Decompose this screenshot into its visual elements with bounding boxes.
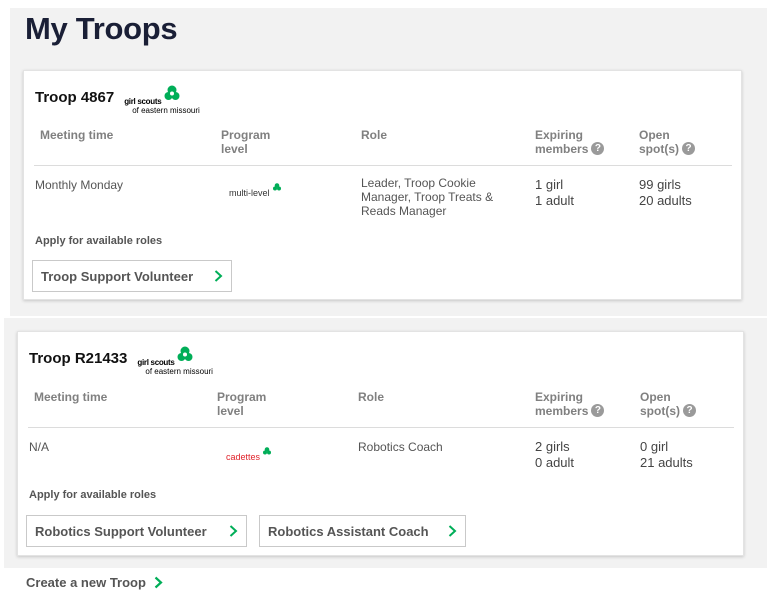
- help-icon[interactable]: ?: [683, 404, 696, 418]
- robotics-support-volunteer-button[interactable]: Robotics Support Volunteer: [26, 515, 247, 547]
- col-program-level: Program level: [217, 390, 267, 418]
- col-role: Role: [361, 128, 388, 142]
- help-icon[interactable]: ?: [591, 142, 605, 156]
- col-program-level: Program level: [221, 128, 271, 156]
- troop-card: Troop R21433 girl scouts of eastern miss…: [17, 331, 744, 556]
- program-level-badge: multi-level: [229, 183, 281, 198]
- chevron-right-icon: [229, 525, 238, 537]
- role-value: Leader, Troop Cookie Manager, Troop Trea…: [361, 176, 494, 218]
- troop-header: Troop 4867 girl scouts of eastern missou…: [35, 85, 220, 119]
- open-spots-value: 0 girl 21 adults: [640, 439, 693, 470]
- chevron-right-icon: [154, 576, 163, 589]
- open-spots-value: 99 girls 20 adults: [639, 177, 692, 208]
- help-icon[interactable]: ?: [682, 142, 695, 156]
- troop-name: Troop R21433: [29, 350, 128, 367]
- col-expiring-members: Expiring members?: [535, 128, 605, 156]
- logo-text-council: of eastern missouri: [132, 106, 200, 115]
- col-meeting-time: Meeting time: [34, 390, 108, 404]
- apply-roles-label: Apply for available roles: [35, 235, 163, 247]
- expiring-members-value: 2 girls 0 adult: [535, 439, 575, 470]
- divider: [28, 427, 734, 428]
- divider: [34, 165, 732, 166]
- troop-header: Troop R21433 girl scouts of eastern miss…: [29, 346, 233, 380]
- council-logo: girl scouts of eastern missouri: [124, 85, 220, 119]
- robotics-assistant-coach-button[interactable]: Robotics Assistant Coach: [259, 515, 466, 547]
- logo-text-girl-scouts: girl scouts: [137, 358, 175, 367]
- troop-card: Troop 4867 girl scouts of eastern missou…: [23, 70, 742, 300]
- program-level-badge: cadettes: [226, 447, 271, 462]
- logo-text-council: of eastern missouri: [145, 367, 213, 376]
- meeting-time-value: Monthly Monday: [35, 178, 124, 192]
- col-expiring-members: Expiring members?: [535, 390, 605, 418]
- meeting-time-value: N/A: [29, 440, 50, 454]
- trefoil-icon: [273, 183, 281, 191]
- page-title: My Troops: [25, 11, 178, 46]
- trefoil-icon: [177, 346, 193, 361]
- troop-name: Troop 4867: [35, 89, 115, 106]
- trefoil-icon: [164, 85, 180, 100]
- col-open-spots: Open spot(s)?: [640, 390, 696, 418]
- troop-support-volunteer-button[interactable]: Troop Support Volunteer: [32, 260, 232, 292]
- expiring-members-value: 1 girl 1 adult: [535, 177, 575, 208]
- col-role: Role: [358, 390, 385, 404]
- trefoil-icon: [263, 447, 271, 455]
- chevron-right-icon: [214, 270, 223, 282]
- create-new-troop-link[interactable]: Create a new Troop: [26, 575, 163, 590]
- chevron-right-icon: [448, 525, 457, 537]
- help-icon[interactable]: ?: [591, 404, 605, 418]
- col-meeting-time: Meeting time: [40, 128, 114, 142]
- apply-roles-label: Apply for available roles: [29, 489, 157, 501]
- council-logo: girl scouts of eastern missouri: [137, 346, 233, 380]
- logo-text-girl-scouts: girl scouts: [124, 97, 162, 106]
- role-value: Robotics Coach: [358, 440, 443, 454]
- col-open-spots: Open spot(s)?: [639, 128, 695, 156]
